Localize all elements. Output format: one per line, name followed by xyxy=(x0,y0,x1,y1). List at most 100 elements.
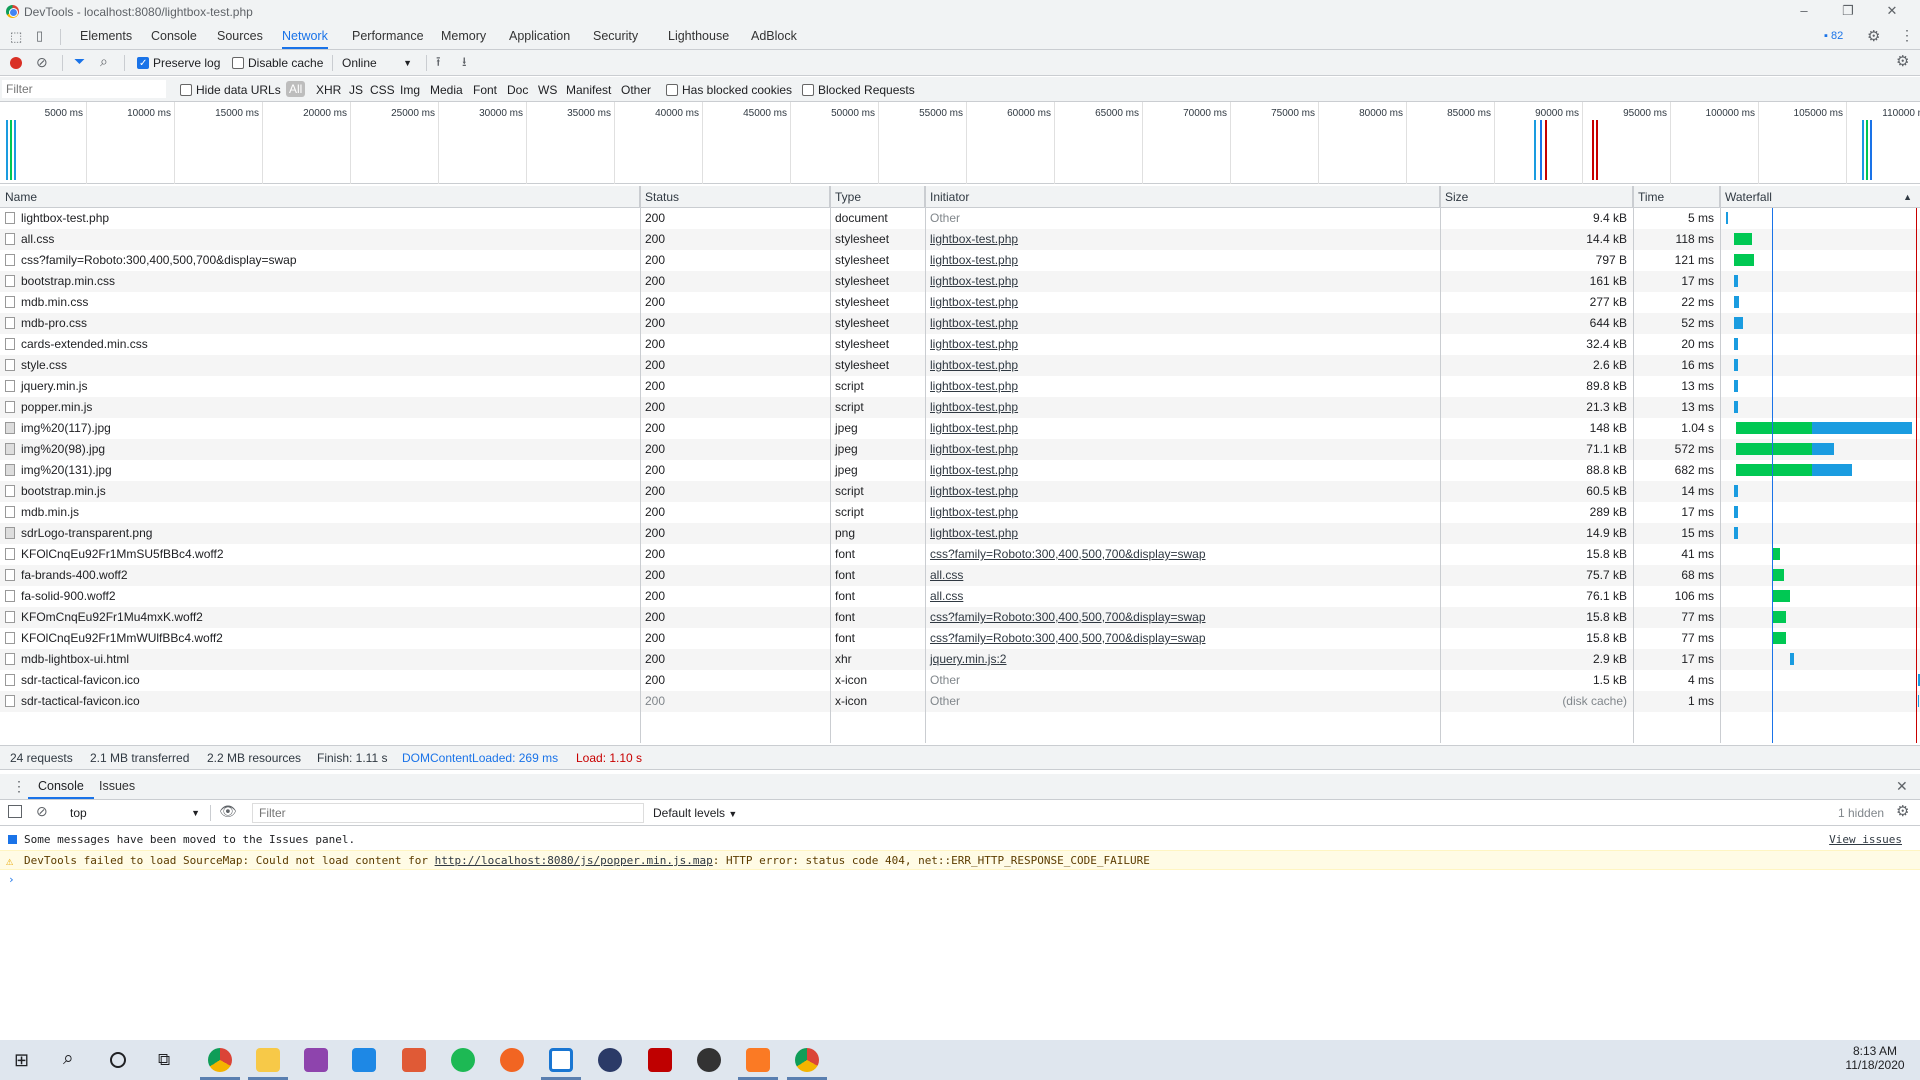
request-initiator[interactable]: css?family=Roboto:300,400,500,700&displa… xyxy=(925,544,1440,565)
hide-data-urls-checkbox[interactable]: Hide data URLs xyxy=(180,83,281,97)
column-size[interactable]: Size xyxy=(1440,186,1633,208)
search-icon[interactable]: ⌕ xyxy=(100,53,108,70)
request-initiator[interactable]: lightbox-test.php xyxy=(925,523,1440,544)
type-filter-manifest[interactable]: Manifest xyxy=(566,83,611,97)
request-name[interactable]: mdb-lightbox-ui.html xyxy=(0,649,640,670)
filter-icon[interactable]: ⏷ xyxy=(74,53,85,70)
headphones-app-icon[interactable] xyxy=(598,1048,622,1072)
export-har-icon[interactable]: ⭳ xyxy=(462,53,467,75)
request-name[interactable]: sdr-tactical-favicon.ico xyxy=(0,670,640,691)
type-filter-all[interactable]: All xyxy=(286,81,306,97)
column-status[interactable]: Status xyxy=(640,186,830,208)
table-row[interactable]: mdb.min.js 200 script lightbox-test.php 289 … xyxy=(0,502,1920,523)
request-initiator[interactable]: lightbox-test.php xyxy=(925,439,1440,460)
type-filter-css[interactable]: CSS xyxy=(370,83,395,97)
table-row[interactable]: KFOlCnqEu92Fr1MmSU5fBBc4.woff2 200 font css… xyxy=(0,544,1920,565)
search-icon[interactable]: ⌕ xyxy=(63,1048,74,1070)
close-window-icon[interactable]: ✕ xyxy=(1870,0,1914,24)
request-initiator[interactable]: lightbox-test.php xyxy=(925,418,1440,439)
request-name[interactable]: bootstrap.min.js xyxy=(0,481,640,502)
drawer-tab-issues[interactable]: Issues xyxy=(99,774,135,799)
tab-security[interactable]: Security xyxy=(593,24,638,49)
xampp-icon[interactable] xyxy=(746,1048,770,1072)
waterfall-download-bar[interactable] xyxy=(1734,275,1738,287)
drawer-menu-icon[interactable]: ⋮ xyxy=(12,778,26,795)
import-har-icon[interactable]: ⭱ xyxy=(436,53,441,75)
request-initiator[interactable]: all.css xyxy=(925,565,1440,586)
file-explorer-icon[interactable] xyxy=(256,1048,280,1072)
more-options-icon[interactable]: ⋮ xyxy=(1900,27,1914,44)
request-name[interactable]: css?family=Roboto:300,400,500,700&displa… xyxy=(0,250,640,271)
record-icon[interactable] xyxy=(10,57,22,69)
waterfall-waiting-bar[interactable] xyxy=(1772,590,1790,602)
waterfall-download-bar[interactable] xyxy=(1734,233,1752,245)
live-expression-eye-icon[interactable]: 👁 xyxy=(219,803,237,820)
issues-badge[interactable]: ▪ 82 xyxy=(1824,30,1843,42)
table-row[interactable]: mdb.min.css 200 stylesheet lightbox-test.ph… xyxy=(0,292,1920,313)
settings-gear-icon[interactable]: ⚙ xyxy=(1867,27,1880,45)
waterfall-download-bar[interactable] xyxy=(1734,401,1738,413)
request-name[interactable]: sdrLogo-transparent.png xyxy=(0,523,640,544)
request-initiator[interactable]: lightbox-test.php xyxy=(925,271,1440,292)
column-type[interactable]: Type xyxy=(830,186,925,208)
column-name[interactable]: Name xyxy=(0,186,640,208)
request-name[interactable]: fa-solid-900.woff2 xyxy=(0,586,640,607)
context-select[interactable]: top ▼ xyxy=(70,806,200,820)
filter-input[interactable] xyxy=(2,80,166,98)
table-row[interactable]: lightbox-test.php 200 document Other 9.4 kB 5… xyxy=(0,208,1920,229)
request-initiator[interactable]: lightbox-test.php xyxy=(925,502,1440,523)
view-issues-link[interactable]: View issues xyxy=(1829,830,1902,850)
waterfall-waiting-bar[interactable] xyxy=(1772,569,1784,581)
request-name[interactable]: lightbox-test.php xyxy=(0,208,640,229)
request-initiator[interactable]: lightbox-test.php xyxy=(925,460,1440,481)
visual-studio-code-icon[interactable] xyxy=(549,1048,573,1072)
tab-lighthouse[interactable]: Lighthouse xyxy=(668,24,729,49)
preserve-log-check-icon[interactable] xyxy=(137,57,149,69)
request-name[interactable]: mdb.min.js xyxy=(0,502,640,523)
waterfall-waiting-bar[interactable] xyxy=(1736,443,1812,455)
waterfall-waiting-bar[interactable] xyxy=(1772,548,1780,560)
request-name[interactable]: img%20(117).jpg xyxy=(0,418,640,439)
request-initiator[interactable]: lightbox-test.php xyxy=(925,313,1440,334)
tab-application[interactable]: Application xyxy=(509,24,570,49)
request-initiator[interactable]: lightbox-test.php xyxy=(925,397,1440,418)
table-row[interactable]: img%20(117).jpg 200 jpeg lightbox-test.php 1… xyxy=(0,418,1920,439)
clear-console-icon[interactable]: ⊘ xyxy=(36,803,48,820)
type-filter-font[interactable]: Font xyxy=(473,83,497,97)
table-row[interactable]: img%20(131).jpg 200 jpeg lightbox-test.php 8… xyxy=(0,460,1920,481)
hide-data-urls-check-icon[interactable] xyxy=(180,84,192,96)
tab-network[interactable]: Network xyxy=(282,24,328,49)
tab-console[interactable]: Console xyxy=(151,24,197,49)
console-filter-input[interactable] xyxy=(252,803,644,823)
type-filter-other[interactable]: Other xyxy=(621,83,651,97)
preserve-log-checkbox[interactable]: Preserve log xyxy=(137,56,220,70)
table-row[interactable]: cards-extended.min.css 200 stylesheet light… xyxy=(0,334,1920,355)
disable-cache-check-icon[interactable] xyxy=(232,57,244,69)
waterfall-download-bar[interactable] xyxy=(1726,212,1728,224)
network-settings-icon[interactable]: ⚙ xyxy=(1896,52,1909,70)
waterfall-download-bar[interactable] xyxy=(1734,296,1739,308)
task-view-icon[interactable]: ⧉ xyxy=(158,1050,170,1070)
console-prompt[interactable]: › xyxy=(0,870,1920,890)
inspect-element-icon[interactable]: ⬚ xyxy=(10,29,22,45)
request-initiator[interactable]: all.css xyxy=(925,586,1440,607)
disable-cache-checkbox[interactable]: Disable cache xyxy=(232,56,323,70)
request-name[interactable]: all.css xyxy=(0,229,640,250)
request-initiator[interactable]: lightbox-test.php xyxy=(925,334,1440,355)
tab-sources[interactable]: Sources xyxy=(217,24,263,49)
close-drawer-icon[interactable]: ✕ xyxy=(1896,778,1908,795)
table-row[interactable]: style.css 200 stylesheet lightbox-test.php 2… xyxy=(0,355,1920,376)
type-filter-doc[interactable]: Doc xyxy=(507,83,528,97)
waterfall-download-bar[interactable] xyxy=(1734,485,1738,497)
waterfall-download-bar[interactable] xyxy=(1812,443,1834,455)
waterfall-download-bar[interactable] xyxy=(1734,380,1738,392)
request-name[interactable]: mdb.min.css xyxy=(0,292,640,313)
type-filter-ws[interactable]: WS xyxy=(538,83,557,97)
waterfall-download-bar[interactable] xyxy=(1812,464,1852,476)
tab-performance[interactable]: Performance xyxy=(352,24,424,49)
request-initiator[interactable]: lightbox-test.php xyxy=(925,376,1440,397)
table-row[interactable]: popper.min.js 200 script lightbox-test.php 2… xyxy=(0,397,1920,418)
minimize-icon[interactable]: – xyxy=(1782,0,1826,24)
tab-memory[interactable]: Memory xyxy=(441,24,486,49)
spotify-icon[interactable] xyxy=(451,1048,475,1072)
